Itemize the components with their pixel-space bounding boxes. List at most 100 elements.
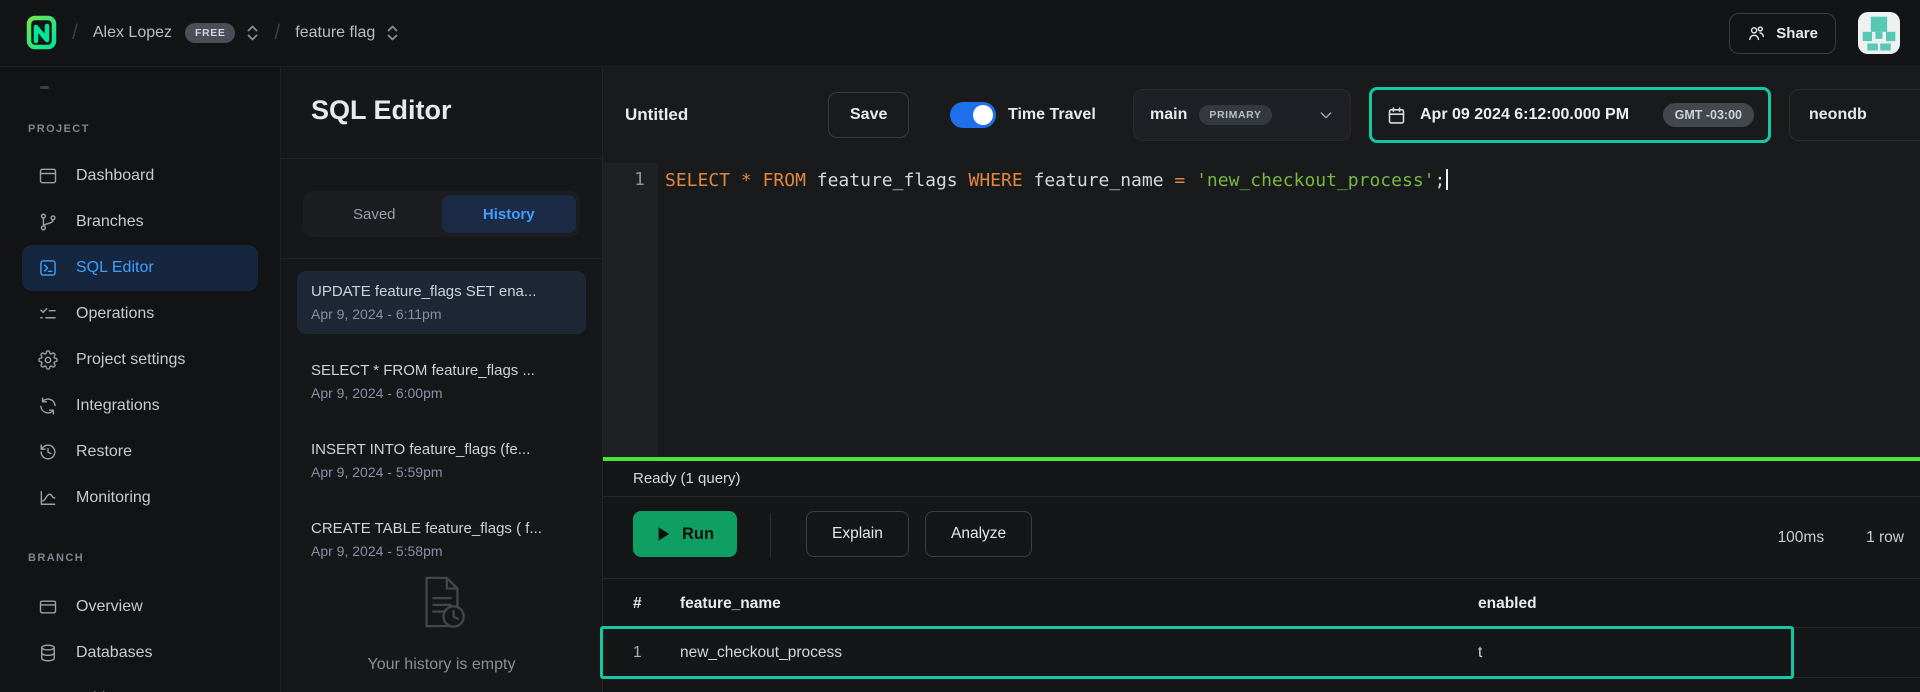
breadcrumb-separator: /	[274, 21, 280, 45]
history-item[interactable]: INSERT INTO feature_flags (fe...Apr 9, 2…	[297, 429, 586, 492]
avatar[interactable]	[1858, 12, 1900, 54]
toggle-knob	[973, 105, 993, 125]
sidebar-item-label: SQL Editor	[76, 259, 154, 277]
sidebar-item-label: Overview	[76, 598, 143, 616]
sql-code-line[interactable]: SELECT * FROM feature_flags WHERE featur…	[665, 169, 1448, 191]
tab-history[interactable]: History	[442, 195, 577, 233]
editor-gutter	[603, 163, 658, 457]
history-item-date: Apr 9, 2024 - 6:00pm	[311, 385, 572, 401]
status-text: Ready (1 query)	[633, 470, 741, 487]
code-token: ;	[1435, 170, 1446, 191]
history-item[interactable]: CREATE TABLE feature_flags ( f... Apr 9, …	[297, 508, 586, 571]
branch-name: main	[1150, 106, 1187, 124]
history-list: UPDATE feature_flags SET ena... Apr 9, 20…	[297, 271, 586, 571]
database-select[interactable]: neondb	[1789, 89, 1920, 141]
settings-icon	[38, 350, 58, 370]
sidebar-item-restore[interactable]: Restore	[22, 429, 258, 475]
sidebar-item-label: Branches	[76, 213, 144, 231]
save-button[interactable]: Save	[828, 92, 909, 138]
sql-editor-panel: SQL Editor SavedHistory UPDATE feature_f…	[280, 67, 603, 692]
neon-logo[interactable]	[26, 15, 57, 52]
divider	[770, 513, 771, 557]
code-token: SELECT	[665, 170, 730, 191]
panel-title: SQL Editor	[311, 95, 602, 126]
history-empty-text: Your history is empty	[281, 656, 602, 674]
breadcrumb-project[interactable]: feature flag	[295, 24, 375, 42]
restore-icon	[38, 442, 58, 462]
sidebar-item-dashboard[interactable]: Dashboard	[22, 153, 258, 199]
results-table-body: 1new_checkout_processt	[603, 628, 1920, 678]
code-token: FROM	[763, 170, 806, 191]
sidebar-item-branches[interactable]: Branches	[22, 199, 258, 245]
history-item-date: Apr 9, 2024 - 5:58pm	[311, 543, 572, 559]
table-cell: 1	[633, 628, 642, 677]
query-title: Untitled	[625, 67, 688, 163]
sidebar-item-label: Project settings	[76, 351, 185, 369]
branches-icon	[38, 212, 58, 232]
history-empty-state: Your history is empty	[281, 573, 602, 674]
document-clock-icon	[415, 573, 469, 631]
code-token	[730, 170, 741, 191]
sidebar-item-tables[interactable]: Tables	[22, 676, 258, 692]
org-switcher-icon[interactable]	[246, 24, 259, 42]
sidebar-item-label: Restore	[76, 443, 132, 461]
code-token: WHERE	[968, 170, 1022, 191]
history-item-query: UPDATE feature_flags SET ena...	[311, 283, 572, 300]
analyze-button[interactable]: Analyze	[925, 511, 1032, 557]
branch-select[interactable]: main PRIMARY	[1133, 89, 1351, 141]
row-count-value: 1 row	[1866, 529, 1904, 547]
explain-button[interactable]: Explain	[806, 511, 909, 557]
monitoring-icon	[38, 488, 58, 508]
table-row: 1new_checkout_processt	[603, 628, 1920, 678]
sidebar-item-sql-editor[interactable]: SQL Editor	[22, 245, 258, 291]
sidebar-item-label: Dashboard	[76, 167, 154, 185]
history-item-query: SELECT * FROM feature_flags ...	[311, 362, 572, 379]
breadcrumb-org[interactable]: Alex Lopez	[93, 24, 172, 42]
project-switcher-icon[interactable]	[386, 24, 399, 42]
neon-console: / Alex Lopez FREE / feature flag Share	[0, 0, 1920, 692]
column-header--: #	[633, 579, 642, 628]
duration-value: 100ms	[1778, 529, 1825, 547]
tab-saved[interactable]: Saved	[307, 195, 442, 233]
time-travel-toggle[interactable]	[950, 102, 996, 128]
code-token: =	[1174, 170, 1185, 191]
breadcrumb-separator: /	[72, 21, 78, 45]
editor-toolbar: Untitled Save Time Travel main PRIMARY A…	[603, 67, 1920, 163]
run-label: Run	[682, 525, 714, 544]
saved-history-tabs: SavedHistory	[303, 191, 580, 237]
integrations-icon	[38, 396, 58, 416]
query-stats: 100ms 1 row	[1778, 497, 1904, 578]
history-item[interactable]: UPDATE feature_flags SET ena... Apr 9, 20…	[297, 271, 586, 334]
sidebar-item-label: Integrations	[76, 397, 160, 415]
share-label: Share	[1776, 25, 1818, 42]
history-item-query: CREATE TABLE feature_flags ( f...	[311, 520, 572, 537]
history-item-date: Apr 9, 2024 - 6:11pm	[311, 306, 572, 322]
code-token	[752, 170, 763, 191]
time-travel-datetime-picker[interactable]: Apr 09 2024 6:12:00.000 PM GMT -03:00	[1369, 87, 1771, 143]
sidebar-item-project-settings[interactable]: Project settings	[22, 337, 258, 383]
code-token: *	[741, 170, 752, 191]
results-panel: Ready (1 query) Run Explain Analyze 100m…	[603, 461, 1920, 692]
top-bar: / Alex Lopez FREE / feature flag Share	[0, 0, 1920, 67]
history-item-date: Apr 9, 2024 - 5:59pm	[311, 464, 572, 480]
sidebar-item-operations[interactable]: Operations	[22, 291, 258, 337]
run-button[interactable]: Run	[633, 511, 737, 557]
sidebar-item-monitoring[interactable]: Monitoring	[22, 475, 258, 521]
sidebar-item-databases[interactable]: Databases	[22, 630, 258, 676]
column-header-feature-name: feature_name	[680, 579, 781, 628]
database-name: neondb	[1809, 106, 1867, 124]
panel-header: SQL Editor	[281, 67, 602, 159]
timezone-badge: GMT -03:00	[1663, 103, 1754, 127]
sidebar-scroll-fragment	[40, 86, 49, 89]
history-item[interactable]: SELECT * FROM feature_flags ... Apr 9, 20…	[297, 350, 586, 413]
sidebar-item-integrations[interactable]: Integrations	[22, 383, 258, 429]
code-token: feature_name	[1023, 170, 1175, 191]
sidebar-item-overview[interactable]: Overview	[22, 584, 258, 630]
play-icon	[656, 526, 671, 542]
text-cursor	[1446, 169, 1448, 190]
column-header-enabled: enabled	[1478, 579, 1537, 628]
actions-row: Run Explain Analyze 100ms 1 row	[603, 497, 1920, 578]
chevron-down-icon	[1318, 107, 1334, 123]
sidebar-item-label: Operations	[76, 305, 154, 323]
share-button[interactable]: Share	[1729, 13, 1836, 54]
